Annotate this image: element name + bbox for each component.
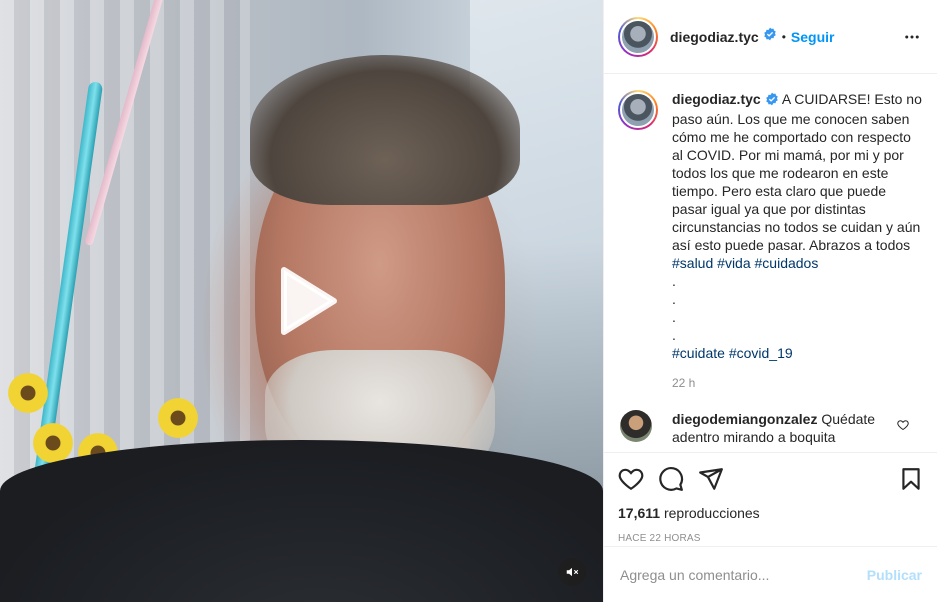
decor-flower	[155, 395, 201, 441]
views-label: reproducciones	[663, 505, 760, 521]
more-options-icon[interactable]	[903, 28, 921, 51]
add-comment-bar: Publicar	[604, 546, 937, 602]
caption-dot: .	[672, 291, 676, 307]
post-header: diegodiaz.tyc • Seguir	[604, 0, 937, 74]
comment-item: diegodemiangonzalez Quédate adentro mira…	[618, 410, 923, 446]
caption: diegodiaz.tyc A CUIDARSE! Esto no paso a…	[618, 90, 923, 392]
caption-dot: .	[672, 309, 676, 325]
decor-flower	[5, 370, 51, 416]
author-username[interactable]: diegodiaz.tyc	[670, 29, 759, 45]
comment-input[interactable]	[620, 566, 860, 583]
person-hair	[250, 55, 520, 205]
bookmark-icon[interactable]	[898, 466, 924, 492]
views-count[interactable]: 17,611 reproducciones	[618, 505, 924, 521]
comment-text: diegodemiangonzalez Quédate adentro mira…	[672, 410, 890, 446]
views-number: 17,611	[618, 505, 661, 521]
speaker-muted-icon[interactable]	[558, 558, 586, 586]
post-media[interactable]	[0, 0, 603, 602]
comments-area[interactable]: diegodiaz.tyc A CUIDARSE! Esto no paso a…	[604, 74, 937, 452]
hashtag-link[interactable]: #vida	[717, 255, 750, 271]
comment-username[interactable]: diegodemiangonzalez	[672, 411, 817, 427]
verified-badge-icon	[765, 92, 779, 110]
action-icons	[618, 465, 924, 493]
send-icon[interactable]	[698, 466, 724, 492]
caption-body: A CUIDARSE! Esto no paso aún. Los que me…	[672, 91, 922, 253]
hashtag-link[interactable]: #covid_19	[729, 345, 793, 361]
verified-badge-icon	[763, 27, 777, 46]
caption-time[interactable]: 22 h	[672, 374, 923, 392]
post-timestamp[interactable]: HACE 22 HORAS	[618, 533, 924, 544]
heart-icon[interactable]	[897, 418, 909, 436]
person-shirt	[0, 440, 603, 602]
hashtag-link[interactable]: #cuidate	[672, 345, 725, 361]
comment-icon[interactable]	[658, 466, 684, 492]
avatar[interactable]	[620, 410, 652, 442]
post-actions: 17,611 reproducciones HACE 22 HORAS	[604, 452, 937, 546]
publish-button[interactable]: Publicar	[867, 567, 922, 583]
separator: •	[781, 29, 786, 44]
caption-dot: .	[672, 327, 676, 343]
caption-text: diegodiaz.tyc A CUIDARSE! Esto no paso a…	[672, 90, 923, 392]
heart-icon[interactable]	[618, 466, 644, 492]
caption-dot: .	[672, 273, 676, 289]
hashtag-link[interactable]: #salud	[672, 255, 713, 271]
caption-username[interactable]: diegodiaz.tyc	[672, 91, 761, 107]
hashtag-link[interactable]: #cuidados	[755, 255, 819, 271]
avatar[interactable]	[618, 90, 658, 130]
play-icon[interactable]	[272, 266, 342, 336]
post-side-panel: diegodiaz.tyc • Seguir diegodiaz.tyc A C…	[603, 0, 937, 602]
avatar[interactable]	[618, 16, 658, 57]
follow-button[interactable]: Seguir	[791, 29, 835, 45]
